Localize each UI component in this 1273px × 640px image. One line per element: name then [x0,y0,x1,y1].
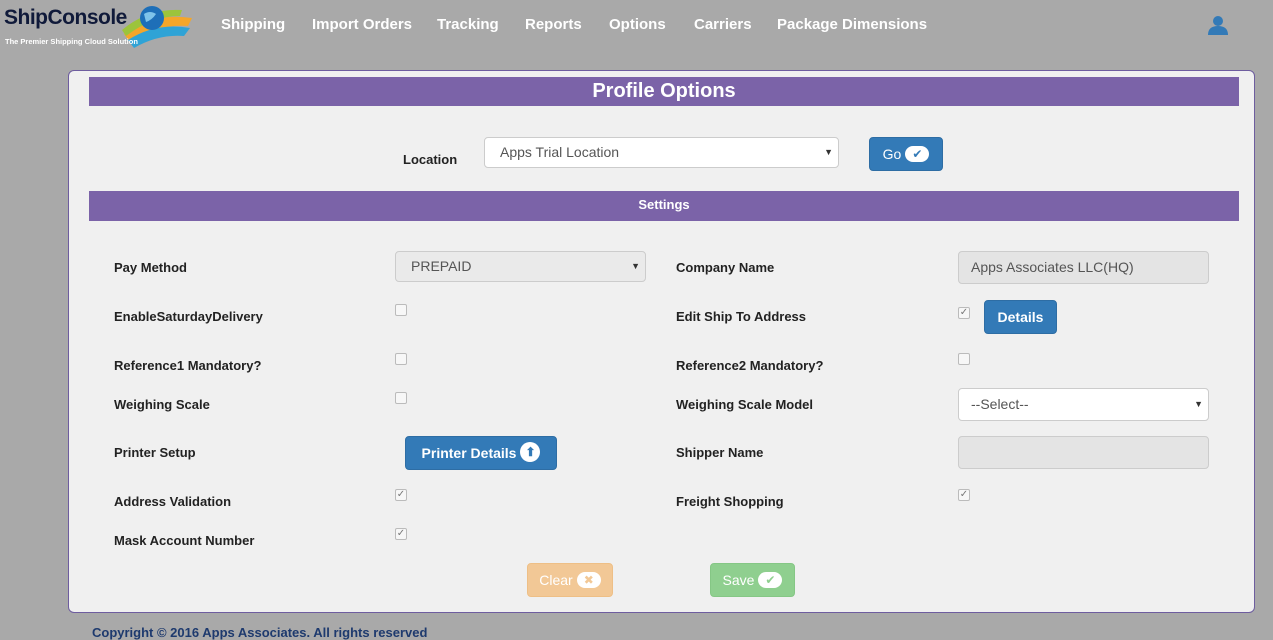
company-name-input[interactable]: Apps Associates LLC(HQ) [958,251,1209,284]
shipconsole-logo[interactable]: ShipConsole The Premier Shipping Cloud S… [4,4,194,48]
details-button[interactable]: Details [984,300,1057,334]
saturday-delivery-checkbox[interactable] [395,304,407,316]
chevron-down-icon: ▼ [824,147,833,157]
freight-shopping-checkbox[interactable]: ✓ [958,489,970,501]
chevron-down-icon: ▼ [1194,399,1203,409]
nav-import-orders[interactable]: Import Orders [312,16,412,33]
check-icon: ✔ [758,572,783,589]
mask-account-checkbox[interactable]: ✓ [395,528,407,540]
user-icon[interactable] [1207,14,1229,36]
footer-copyright: Copyright © 2016 Apps Associates. All ri… [92,625,428,640]
address-validation-checkbox[interactable]: ✓ [395,489,407,501]
saturday-delivery-label: EnableSaturdayDelivery [114,309,263,324]
address-validation-label: Address Validation [114,494,232,509]
weighing-scale-model-label: Weighing Scale Model [676,397,814,412]
shipper-name-input[interactable] [958,436,1209,469]
weighing-scale-checkbox[interactable] [395,392,407,404]
company-name-value: Apps Associates LLC(HQ) [971,259,1134,275]
close-icon: ✖ [576,572,601,589]
printer-details-label: Printer Details [421,445,517,461]
freight-shopping-label: Freight Shopping [676,494,784,509]
profile-options-panel: Profile Options Location Apps Trial Loca… [68,70,1255,613]
nav-tracking[interactable]: Tracking [437,16,499,33]
nav-shipping[interactable]: Shipping [221,16,285,33]
go-button[interactable]: Go ✔ [869,137,943,171]
page-title: Profile Options [89,77,1239,106]
upload-icon: ⬆ [520,442,541,463]
go-label: Go [882,146,902,162]
save-button[interactable]: Save ✔ [710,563,795,597]
clear-label: Clear [539,572,573,588]
weighing-scale-label: Weighing Scale [114,397,210,412]
nav-package-dimensions[interactable]: Package Dimensions [777,16,927,33]
mask-account-label: Mask Account Number [114,533,255,548]
printer-setup-label: Printer Setup [114,445,196,460]
shipper-name-label: Shipper Name [676,445,764,460]
check-icon: ✔ [905,146,930,163]
pay-method-label: Pay Method [114,260,187,275]
pay-method-select[interactable]: PREPAID ▼ [395,251,646,282]
clear-button[interactable]: Clear ✖ [527,563,613,597]
brand-tagline: The Premier Shipping Cloud Solution [5,37,138,46]
settings-header: Settings [89,191,1239,221]
weighing-scale-model-select[interactable]: --Select-- ▼ [958,388,1209,421]
location-value: Apps Trial Location [500,144,620,160]
nav-options[interactable]: Options [609,16,666,33]
top-navbar: ShipConsole The Premier Shipping Cloud S… [0,0,1273,48]
brand-name: ShipConsole [4,6,127,29]
pay-method-value: PREPAID [411,258,472,274]
location-select[interactable]: Apps Trial Location ▼ [484,137,839,168]
weighing-scale-model-value: --Select-- [971,396,1029,412]
save-label: Save [722,572,755,588]
location-label: Location [403,152,458,167]
edit-ship-to-label: Edit Ship To Address [676,309,807,324]
nav-carriers[interactable]: Carriers [694,16,752,33]
nav-reports[interactable]: Reports [525,16,582,33]
reference2-checkbox[interactable] [958,353,970,365]
edit-ship-to-checkbox[interactable]: ✓ [958,307,970,319]
reference1-checkbox[interactable] [395,353,407,365]
printer-details-button[interactable]: Printer Details ⬆ [405,436,557,470]
reference1-label: Reference1 Mandatory? [114,358,262,373]
reference2-label: Reference2 Mandatory? [676,358,824,373]
chevron-down-icon: ▼ [631,261,640,271]
company-name-label: Company Name [676,260,775,275]
